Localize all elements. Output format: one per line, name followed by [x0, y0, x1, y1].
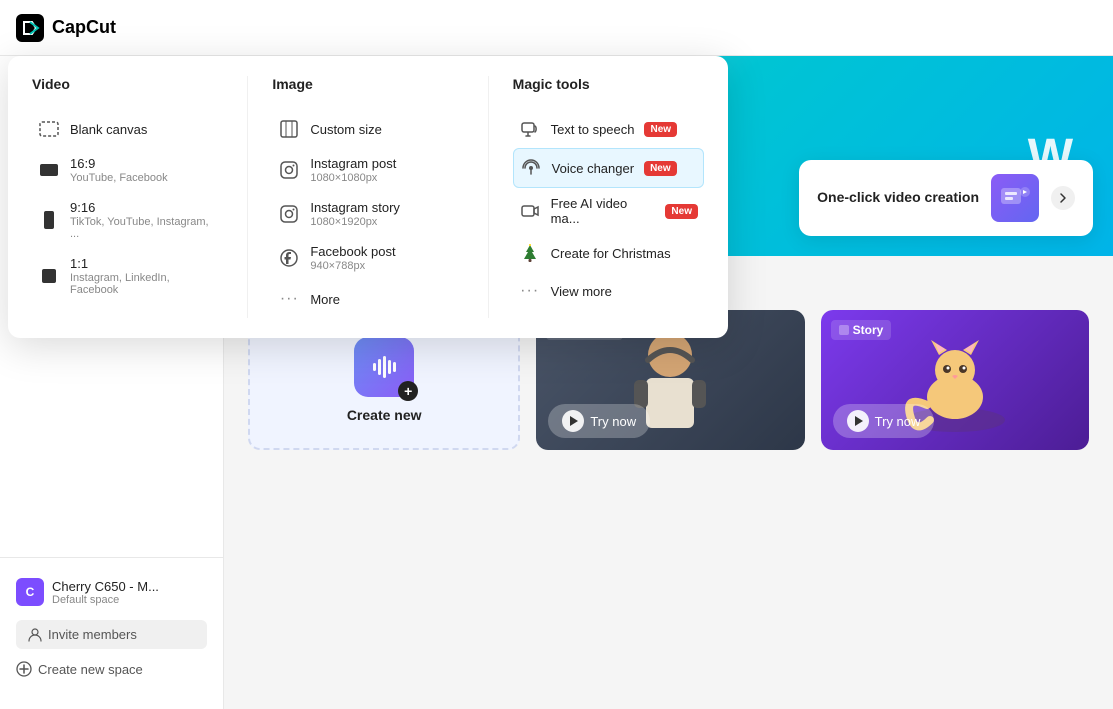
card-plus-badge: +: [398, 381, 418, 401]
dashed-rect-icon: [38, 118, 60, 140]
plus-circle-icon: [16, 661, 32, 677]
dropdown-item-custom-size[interactable]: Custom size: [272, 110, 463, 148]
dropdown-magic-title: Magic tools: [513, 76, 704, 96]
story-card-bg: Story: [821, 310, 1089, 450]
one-click-card-icon: [991, 174, 1039, 222]
view-more-dots-icon: ···: [519, 280, 541, 302]
story-card: Story: [821, 310, 1089, 450]
story-badge-icon: [839, 325, 849, 335]
create-card-icon: +: [354, 337, 414, 397]
dropdown-video-col: Video Blank canvas 16:9 YouTube, Faceboo…: [8, 76, 248, 318]
app-name: CapCut: [52, 17, 116, 38]
invite-members-button[interactable]: Invite members: [16, 620, 207, 649]
dropdown-image-col: Image Custom size Instagram post 1080×10…: [248, 76, 488, 318]
rect-square-icon: [38, 265, 60, 287]
ai-video-icon: [519, 200, 541, 222]
9-16-text: 9:16 TikTok, YouTube, Instagram, ...: [70, 200, 217, 240]
dropdown-item-text-to-speech[interactable]: Text to speech New: [513, 110, 704, 148]
dropdown-item-16-9[interactable]: 16:9 YouTube, Facebook: [32, 148, 223, 192]
dropdown-item-blank-canvas[interactable]: Blank canvas: [32, 110, 223, 148]
story-badge: Story: [831, 320, 892, 340]
space-name: Cherry C650 - M...: [52, 579, 207, 594]
dropdown-item-more[interactable]: ··· More: [272, 280, 463, 318]
dropdown-item-1-1[interactable]: 1:1 Instagram, LinkedIn, Facebook: [32, 248, 223, 304]
dropdown-item-instagram-post[interactable]: Instagram post 1080×1080px: [272, 148, 463, 192]
story-play-circle: [847, 410, 869, 432]
space-info: Cherry C650 - M... Default space: [52, 579, 207, 606]
dropdown-magic-col: Magic tools Text to speech New Voice cha…: [489, 76, 728, 318]
create-space-button[interactable]: Create new space: [16, 653, 143, 685]
space-sub: Default space: [52, 594, 207, 606]
space-avatar: C: [16, 578, 44, 606]
create-new-dropdown: Video Blank canvas 16:9 YouTube, Faceboo…: [8, 56, 728, 338]
dropdown-item-voice-changer[interactable]: Voice changer New: [513, 148, 704, 188]
dropdown-item-9-16[interactable]: 9:16 TikTok, YouTube, Instagram, ...: [32, 192, 223, 248]
podcast-play-icon: [570, 416, 578, 426]
one-click-card-text: One-click video creation: [817, 188, 979, 208]
dropdown-item-christmas[interactable]: Create for Christmas: [513, 234, 704, 272]
blank-canvas-text: Blank canvas: [70, 122, 217, 137]
christmas-icon: [519, 242, 541, 264]
video-creation-icon: [999, 182, 1031, 214]
rect-portrait-icon: [38, 209, 60, 231]
custom-size-icon: [278, 118, 300, 140]
voice-changer-icon: [520, 157, 542, 179]
instagram-post-icon: [278, 159, 300, 181]
app-logo: CapCut: [16, 14, 116, 42]
more-dots-icon: ···: [278, 288, 300, 310]
podcast-play-circle: [562, 410, 584, 432]
capcut-logo-icon: [16, 14, 44, 42]
instagram-story-icon: [278, 203, 300, 225]
16-9-text: 16:9 YouTube, Facebook: [70, 156, 217, 184]
dropdown-item-instagram-story[interactable]: Instagram story 1080×1920px: [272, 192, 463, 236]
dropdown-item-free-ai-video[interactable]: Free AI video ma... New: [513, 188, 704, 234]
person-icon: [28, 628, 42, 642]
dropdown-image-title: Image: [272, 76, 463, 96]
dropdown-video-title: Video: [32, 76, 223, 96]
podcast-try-now-button[interactable]: Try now: [548, 404, 650, 438]
right-arrow-icon: [1057, 192, 1069, 204]
text-speech-icon: [519, 118, 541, 140]
rect-landscape-icon: [38, 159, 60, 181]
dropdown-item-view-more[interactable]: ··· View more: [513, 272, 704, 310]
dropdown-item-facebook-post[interactable]: Facebook post 940×788px: [272, 236, 463, 280]
sidebar-bottom: C Cherry C650 - M... Default space Invit…: [0, 557, 223, 697]
space-item: C Cherry C650 - M... Default space: [16, 570, 207, 614]
create-card-label: Create new: [347, 407, 422, 423]
one-click-video-card: One-click video creation: [799, 160, 1093, 236]
1-1-text: 1:1 Instagram, LinkedIn, Facebook: [70, 256, 217, 296]
story-try-now-button[interactable]: Try now: [833, 404, 935, 438]
facebook-post-icon: [278, 247, 300, 269]
story-play-icon: [855, 416, 863, 426]
waveform-icon: [373, 355, 396, 379]
arrow-circle: [1051, 186, 1075, 210]
app-header: CapCut: [0, 0, 1113, 56]
